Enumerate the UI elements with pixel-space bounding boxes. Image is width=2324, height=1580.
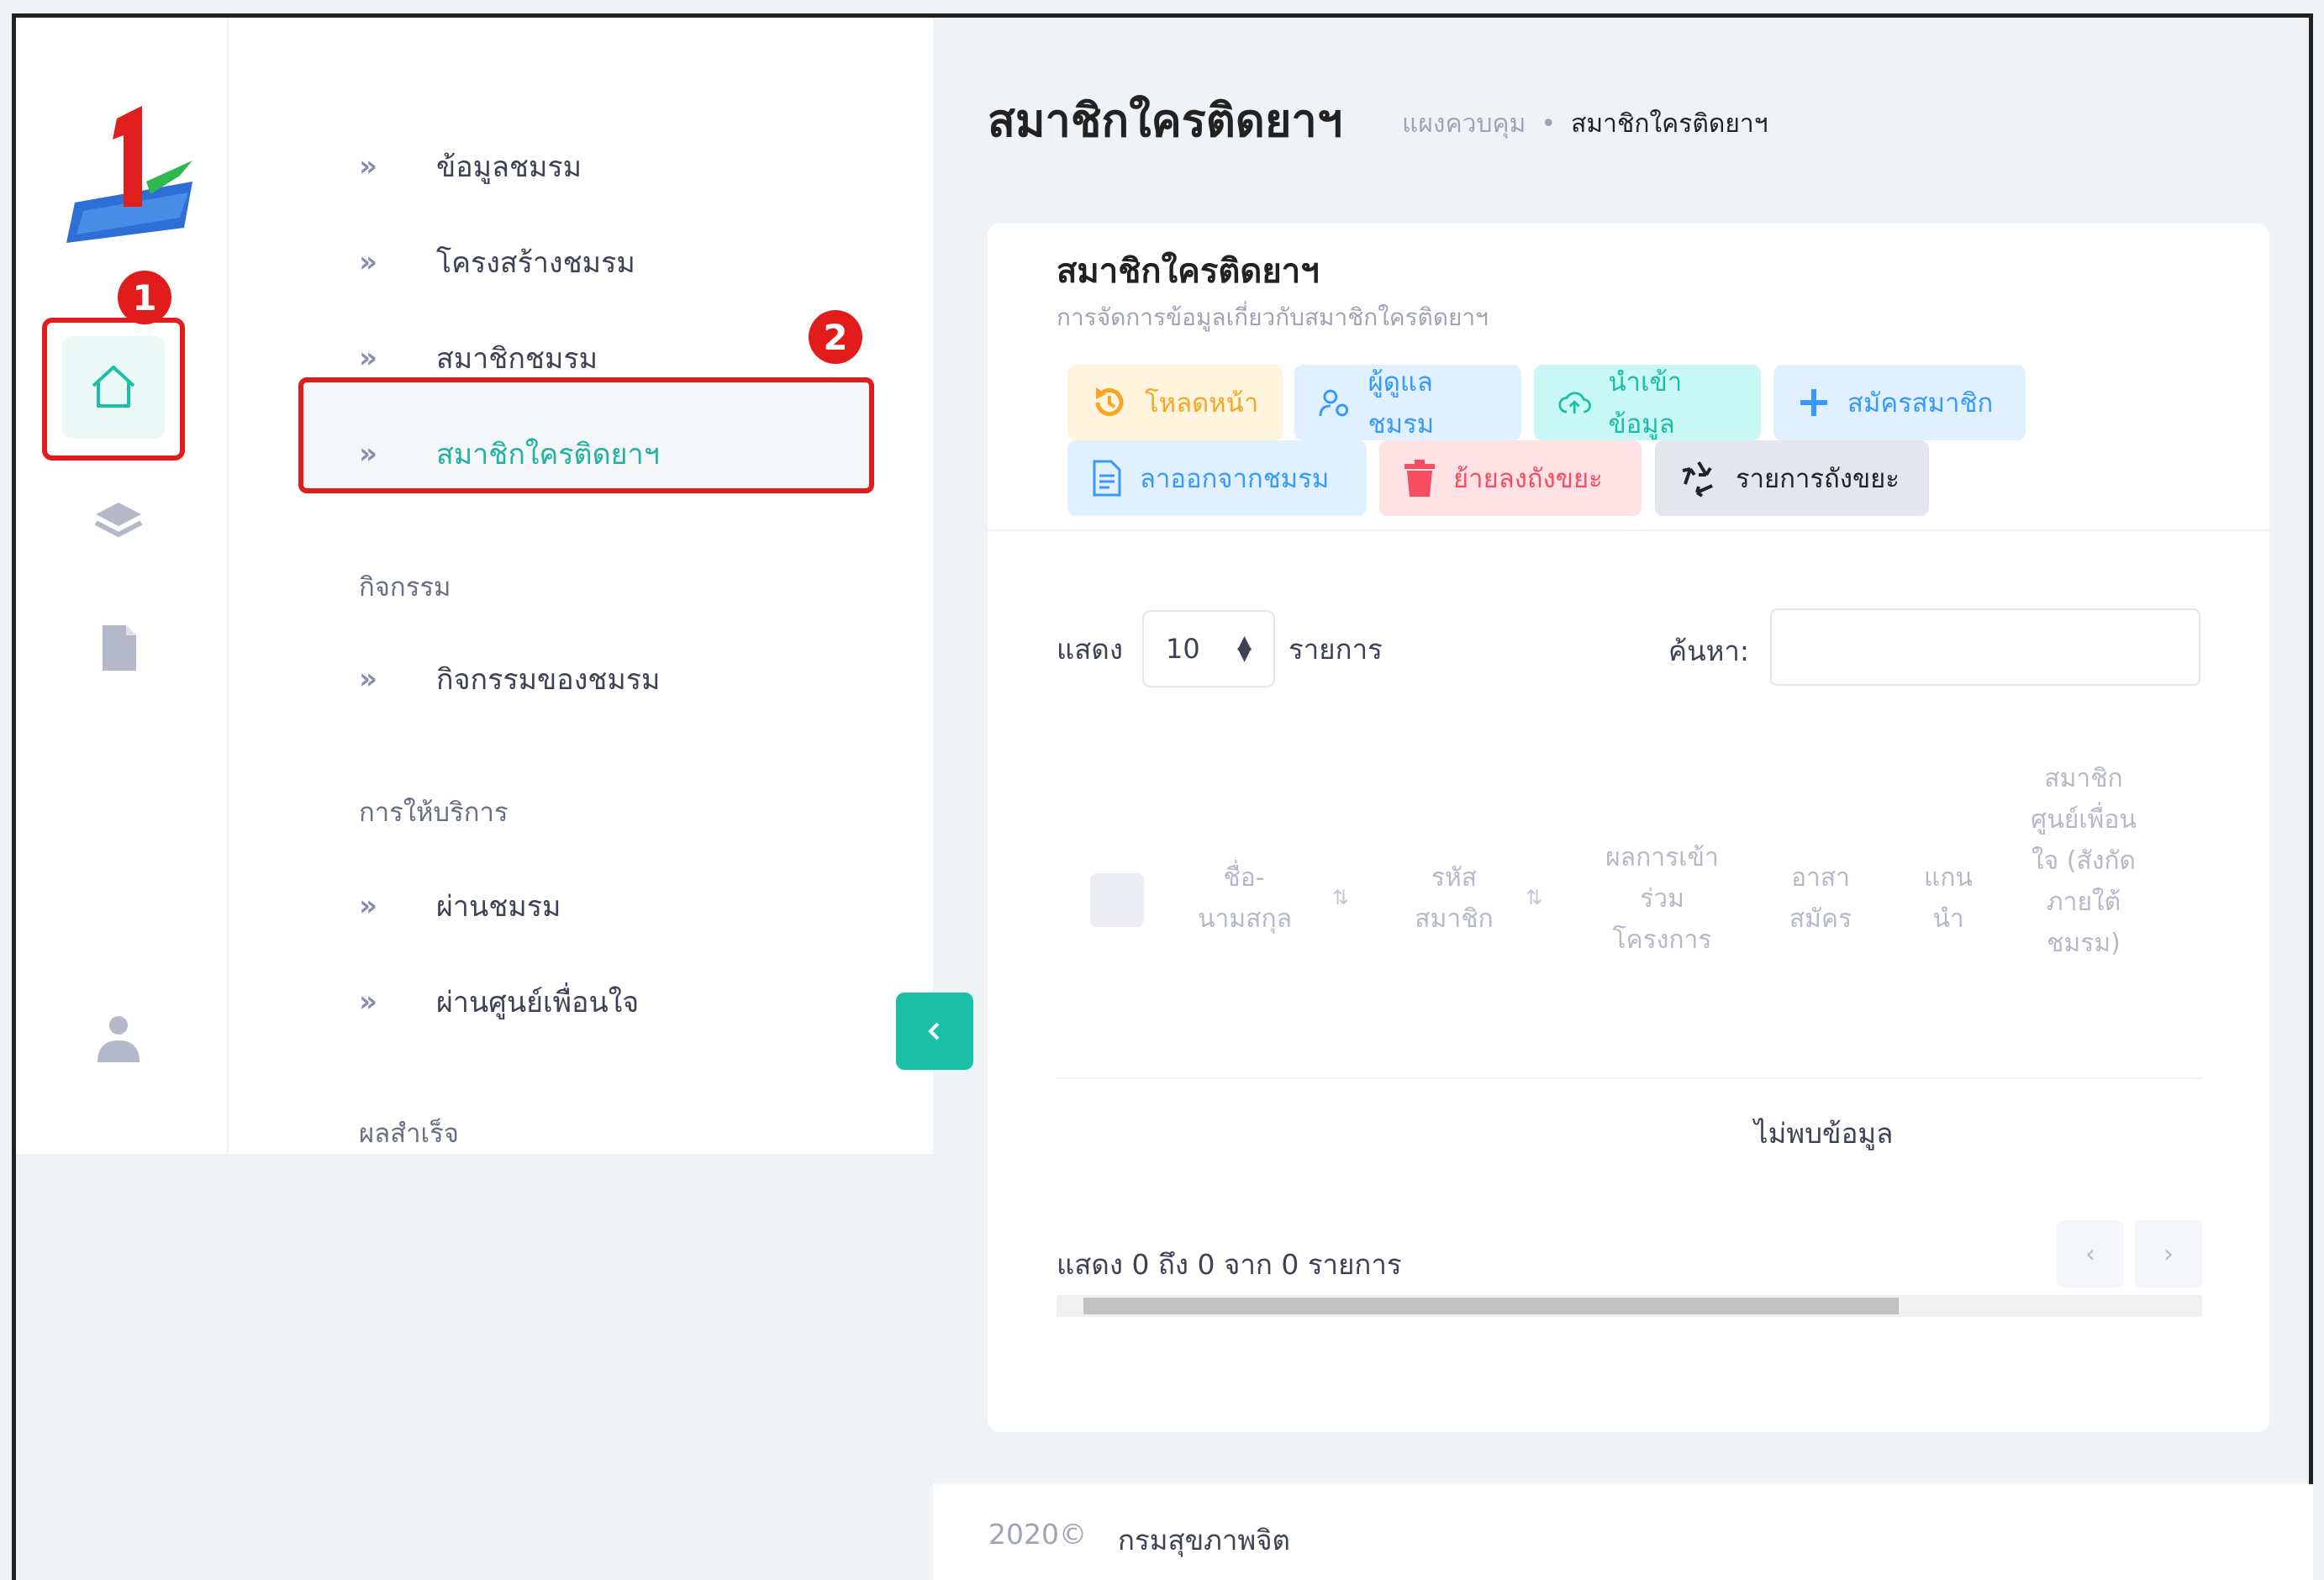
trash-icon <box>1404 460 1435 497</box>
empty-table-message: ไม่พบข้อมูล <box>1754 1117 1894 1150</box>
length-entries-label: รายการ <box>1288 633 1383 666</box>
cloud-upload-icon <box>1558 392 1591 413</box>
icon-rail <box>16 18 228 1154</box>
breadcrumb-separator: • <box>1541 109 1557 139</box>
file-nav-button[interactable] <box>92 622 145 674</box>
column-name[interactable]: ชื่อ-นามสกุล <box>1198 857 1292 940</box>
scrollbar-thumb[interactable] <box>1083 1298 1899 1314</box>
double-chevron-icon: ›› <box>359 889 377 923</box>
breadcrumb-dashboard[interactable]: แผงควบคุม <box>1402 104 1526 144</box>
annotation-badge-2: 2 <box>809 310 862 364</box>
search-input[interactable] <box>1770 608 2200 686</box>
footer: 2020© กรมสุขภาพจิต <box>933 1484 2313 1580</box>
card-subtitle: การจัดการข้อมูลเกี่ยวกับสมาชิกใครติดยาฯ <box>1057 303 1489 331</box>
history-icon <box>1095 387 1124 416</box>
length-show-label: แสดง <box>1057 633 1123 666</box>
import-button[interactable]: นำเข้าข้อมูล <box>1534 365 1761 440</box>
side-menu: ›› ข้อมูลชมรม ›› โครงสร้างชมรม ›› สมาชิก… <box>229 18 933 1154</box>
double-chevron-icon: ›› <box>359 245 377 279</box>
document-icon <box>1093 460 1121 497</box>
user-icon <box>97 1016 140 1062</box>
column-volunteer[interactable]: อาสาสมัคร <box>1773 857 1868 940</box>
double-chevron-icon: ›› <box>359 341 377 375</box>
menu-section-activity: กิจกรรม <box>359 572 451 603</box>
column-leader[interactable]: แกนนำ <box>1919 857 1978 940</box>
column-participation[interactable]: ผลการเข้าร่วมโครงการ <box>1597 837 1727 961</box>
menu-section-service: การให้บริการ <box>359 798 509 828</box>
double-chevron-icon: ›› <box>359 150 377 183</box>
card-divider <box>988 529 2269 531</box>
move-to-trash-button[interactable]: ย้ายลงถังขยะ <box>1379 440 1642 516</box>
column-center-member[interactable]: สมาชิกศูนย์เพื่อนใจ (สังกัดภายใต้ชมรม) <box>2030 758 2137 964</box>
sort-icon[interactable]: ⇅ <box>1526 886 1542 909</box>
reload-button[interactable]: โหลดหน้า <box>1067 365 1283 440</box>
card-title: สมาชิกใครติดยาฯ <box>1057 252 1320 291</box>
collapse-sidebar-button[interactable] <box>896 993 973 1070</box>
plus-icon <box>1800 389 1827 416</box>
menu-item-club-members[interactable]: ›› สมาชิกชมรม <box>359 335 598 381</box>
select-all-checkbox[interactable] <box>1090 873 1144 927</box>
search-label: ค้นหา: <box>1668 635 1750 667</box>
pagination-prev-button[interactable]: ‹ <box>2057 1220 2124 1288</box>
sort-icon[interactable]: ⇅ <box>1332 886 1349 909</box>
menu-item-club-activities[interactable]: ›› กิจกรรมของชมรม <box>359 656 660 702</box>
double-chevron-icon: ›› <box>359 437 377 471</box>
page-title: สมาชิกใครติดยาฯ <box>988 94 1343 147</box>
menu-item-via-center[interactable]: ›› ผ่านศูนย์เพื่อนใจ <box>359 979 639 1024</box>
menu-item-club-structure[interactable]: ›› โครงสร้างชมรม <box>359 240 635 285</box>
recycle-icon <box>1682 461 1713 498</box>
register-member-button[interactable]: สมัครสมาชิก <box>1773 365 2026 440</box>
column-member-id[interactable]: รหัสสมาชิก <box>1408 857 1500 940</box>
footer-org-link[interactable]: กรมสุขภาพจิต <box>1118 1518 1290 1562</box>
breadcrumb: แผงควบคุม • สมาชิกใครติดยาฯ <box>1402 104 1768 144</box>
file-icon <box>103 625 136 671</box>
trash-list-button[interactable]: รายการถังขยะ <box>1655 440 1929 516</box>
horizontal-scrollbar[interactable] <box>1057 1295 2202 1317</box>
breadcrumb-current: สมาชิกใครติดยาฯ <box>1571 109 1768 139</box>
page-length-select[interactable]: 10 ▲ ▼ <box>1142 610 1275 687</box>
home-icon <box>92 366 135 408</box>
select-arrows-icon: ▲ ▼ <box>1237 632 1252 665</box>
table-info: แสดง 0 ถึง 0 จาก 0 รายการ <box>1057 1248 1402 1281</box>
menu-item-club-info[interactable]: ›› ข้อมูลชมรม <box>359 144 582 189</box>
menu-item-drug-members[interactable]: ›› สมาชิกใครติดยาฯ <box>359 431 660 477</box>
members-card: สมาชิกใครติดยาฯ การจัดการข้อมูลเกี่ยวกับ… <box>988 224 2269 1432</box>
footer-year: 2020© <box>988 1518 1087 1551</box>
home-nav-button[interactable] <box>62 336 165 439</box>
page-length-value: 10 <box>1166 633 1200 665</box>
double-chevron-icon: ›› <box>359 985 377 1019</box>
club-admin-button[interactable]: ผู้ดูแลชมรม <box>1294 365 1521 440</box>
pagination-next-button[interactable]: › <box>2135 1220 2202 1288</box>
layers-nav-button[interactable] <box>92 496 145 548</box>
leave-club-button[interactable]: ลาออกจากชมรม <box>1067 440 1367 516</box>
annotation-badge-1: 1 <box>118 271 171 324</box>
double-chevron-icon: ›› <box>359 662 377 696</box>
user-nav-button[interactable] <box>92 1012 145 1064</box>
table-header-divider <box>1057 1077 2202 1079</box>
chevron-left-icon <box>928 1022 940 1040</box>
menu-item-via-club[interactable]: ›› ผ่านชมรม <box>359 883 561 929</box>
user-settings-icon <box>1319 389 1349 417</box>
menu-section-result: ผลสำเร็จ <box>359 1119 459 1149</box>
app-logo[interactable] <box>66 102 201 245</box>
layers-icon <box>94 503 143 538</box>
